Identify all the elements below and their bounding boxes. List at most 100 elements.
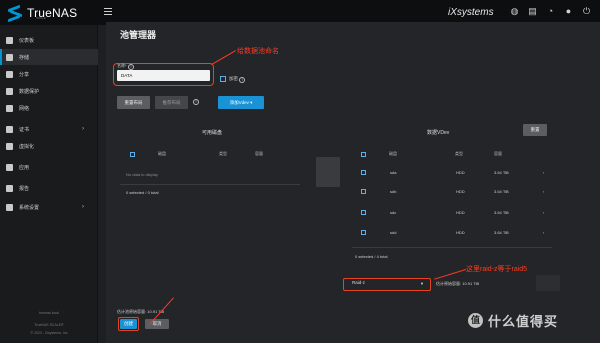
vdev-action-button[interactable] [536,275,560,291]
sidebar-item-label: 数据保护 [19,88,40,95]
power-icon[interactable]: ⏻ [582,7,591,16]
account-icon[interactable]: ● [564,7,573,16]
data-vdev-title: 数据VDev [427,130,450,136]
sidebar-item-label: 网络 [19,105,30,112]
pool-name-input[interactable]: DATA [117,70,210,81]
sidebar-item-0[interactable]: 仪表板 [0,32,98,48]
encryption-checkbox[interactable] [220,76,226,82]
chevron-right-icon[interactable]: › [543,189,544,194]
sidebar-item-label: 分享 [19,71,30,78]
vdev-row-disk: sda [390,170,397,175]
logo-subtitle: SCALE [36,16,46,20]
name-field-label: 名称* ? [117,63,134,70]
sidebar-item-5[interactable]: 证书 › [0,121,98,137]
vdev-row-checkbox[interactable] [361,230,366,235]
vdev-row-disk: sdd [390,230,397,235]
product-name: TrueNAS SCALE® [34,323,64,327]
sidebar-item-label: 证书 [19,126,30,133]
vdev-row-capacity: 3.64 TiB [494,210,509,215]
sidebar-item-label: 存储 [19,54,30,61]
suggest-layout-button[interactable]: 推荐布局 [155,96,188,109]
vdev-row-disk: sdc [390,210,397,215]
chevron-right-icon: › [82,204,84,210]
key-icon [6,125,13,133]
sidebar-item-6[interactable]: 虚拟化 [0,138,98,154]
network-icon [6,104,13,112]
vdev-col-type: 类型 [455,151,463,156]
bell-icon[interactable]: ◔ [546,7,555,16]
vdev-row-checkbox[interactable] [361,189,366,194]
vdev-row-capacity: 3.64 TiB [494,189,509,194]
watermark-text: 什么值得买 [488,314,559,329]
layout-help-icon[interactable]: ? [193,99,199,105]
available-col-capacity: 容量 [255,151,263,156]
chevron-right-icon[interactable]: › [543,170,544,175]
hostname: truenas.local [39,311,59,315]
available-col-type: 类型 [219,151,227,156]
vdev-divider [352,247,552,248]
sidebar-item-label: 系统设置 [19,204,40,211]
reset-layout-button[interactable]: 重置布局 [117,96,150,109]
clipboard-icon[interactable]: ▤ [528,7,537,16]
sidebar-item-9[interactable]: 系统设置 › [0,199,98,215]
sidebar-item-label: 报告 [19,185,30,192]
remove-vdev-button[interactable]: 重置 [523,124,547,136]
truenas-logo-icon [8,4,23,22]
encryption-label: 加密 ? [229,76,246,83]
vdev-row-type: HDD [456,230,465,235]
vdev-row-type: HDD [456,189,465,194]
sidebar-item-2[interactable]: 分享 [0,66,98,82]
available-select-all-checkbox[interactable] [130,152,135,157]
vdev-row-capacity: 3.64 TiB [494,170,509,175]
chevron-down-icon: ▼ [420,281,424,286]
sidebar-item-label: 仪表板 [19,37,35,44]
vdev-select-all-checkbox[interactable] [361,152,366,157]
logo-text: TrueNAS [27,6,78,20]
vdev-row-checkbox[interactable] [361,210,366,215]
sidebar-item-label: 应用 [19,164,30,171]
create-highlight [118,317,139,331]
ixsystems-logo: iXsystems [448,7,494,18]
storage-icon [6,53,13,61]
vdev-selected-count: 0 selected / 4 total [355,254,388,259]
available-divider [120,184,300,185]
dashboard-icon [6,36,13,44]
report-icon [6,184,13,192]
vdev-row-type: HDD [456,170,465,175]
available-empty-text: No data to display [126,172,159,177]
apps-icon [6,163,13,171]
copyright: © 2023 - iXsystems, Inc [30,331,68,335]
sidebar-item-3[interactable]: 数据保护 [0,83,98,99]
sidebar-item-4[interactable]: 网络 [0,100,98,116]
sidebar-item-label: 虚拟化 [19,143,35,150]
chevron-right-icon: › [82,126,84,132]
vdev-row-checkbox[interactable] [361,170,366,175]
available-disks-title: 可用磁盘 [202,130,223,136]
sidebar-item-8[interactable]: 报告 [0,180,98,196]
chevron-right-icon[interactable]: › [543,210,544,215]
vdev-row-disk: sdb [390,189,397,194]
gear-icon [6,203,13,211]
menu-toggle-icon[interactable] [104,8,112,17]
vdev-row-capacity: 3.64 TiB [494,230,509,235]
sidebar-item-1[interactable]: 存储 [0,49,98,65]
vdev-row-type: HDD [456,210,465,215]
annotation-raid: 这里raid-z等于raid5 [466,266,528,273]
page-title: 池管理器 [120,30,157,40]
computer-icon [6,142,13,150]
vdev-capacity-text: 估计原始容量: 10.91 TiB [436,281,480,286]
shield-icon [6,87,13,95]
move-disks-button[interactable] [316,157,340,187]
vdev-col-capacity: 容量 [494,151,502,156]
available-selected-count: 0 selected / 0 total [126,190,159,195]
watermark-badge: 值 [468,313,483,328]
top-icons: ◍ ▤ ◔ ● ⏻ [510,7,591,16]
annotation-name: 给数据池命名 [237,48,279,55]
truecommand-icon[interactable]: ◍ [510,7,519,16]
chevron-right-icon[interactable]: › [543,230,544,235]
sidebar-item-7[interactable]: 应用 [0,159,98,175]
add-vdev-button[interactable]: 添加Vdev ▾ [218,96,264,109]
share-icon [6,70,13,78]
vdev-col-disk: 磁盘 [389,151,397,156]
available-col-disk: 磁盘 [158,151,166,156]
